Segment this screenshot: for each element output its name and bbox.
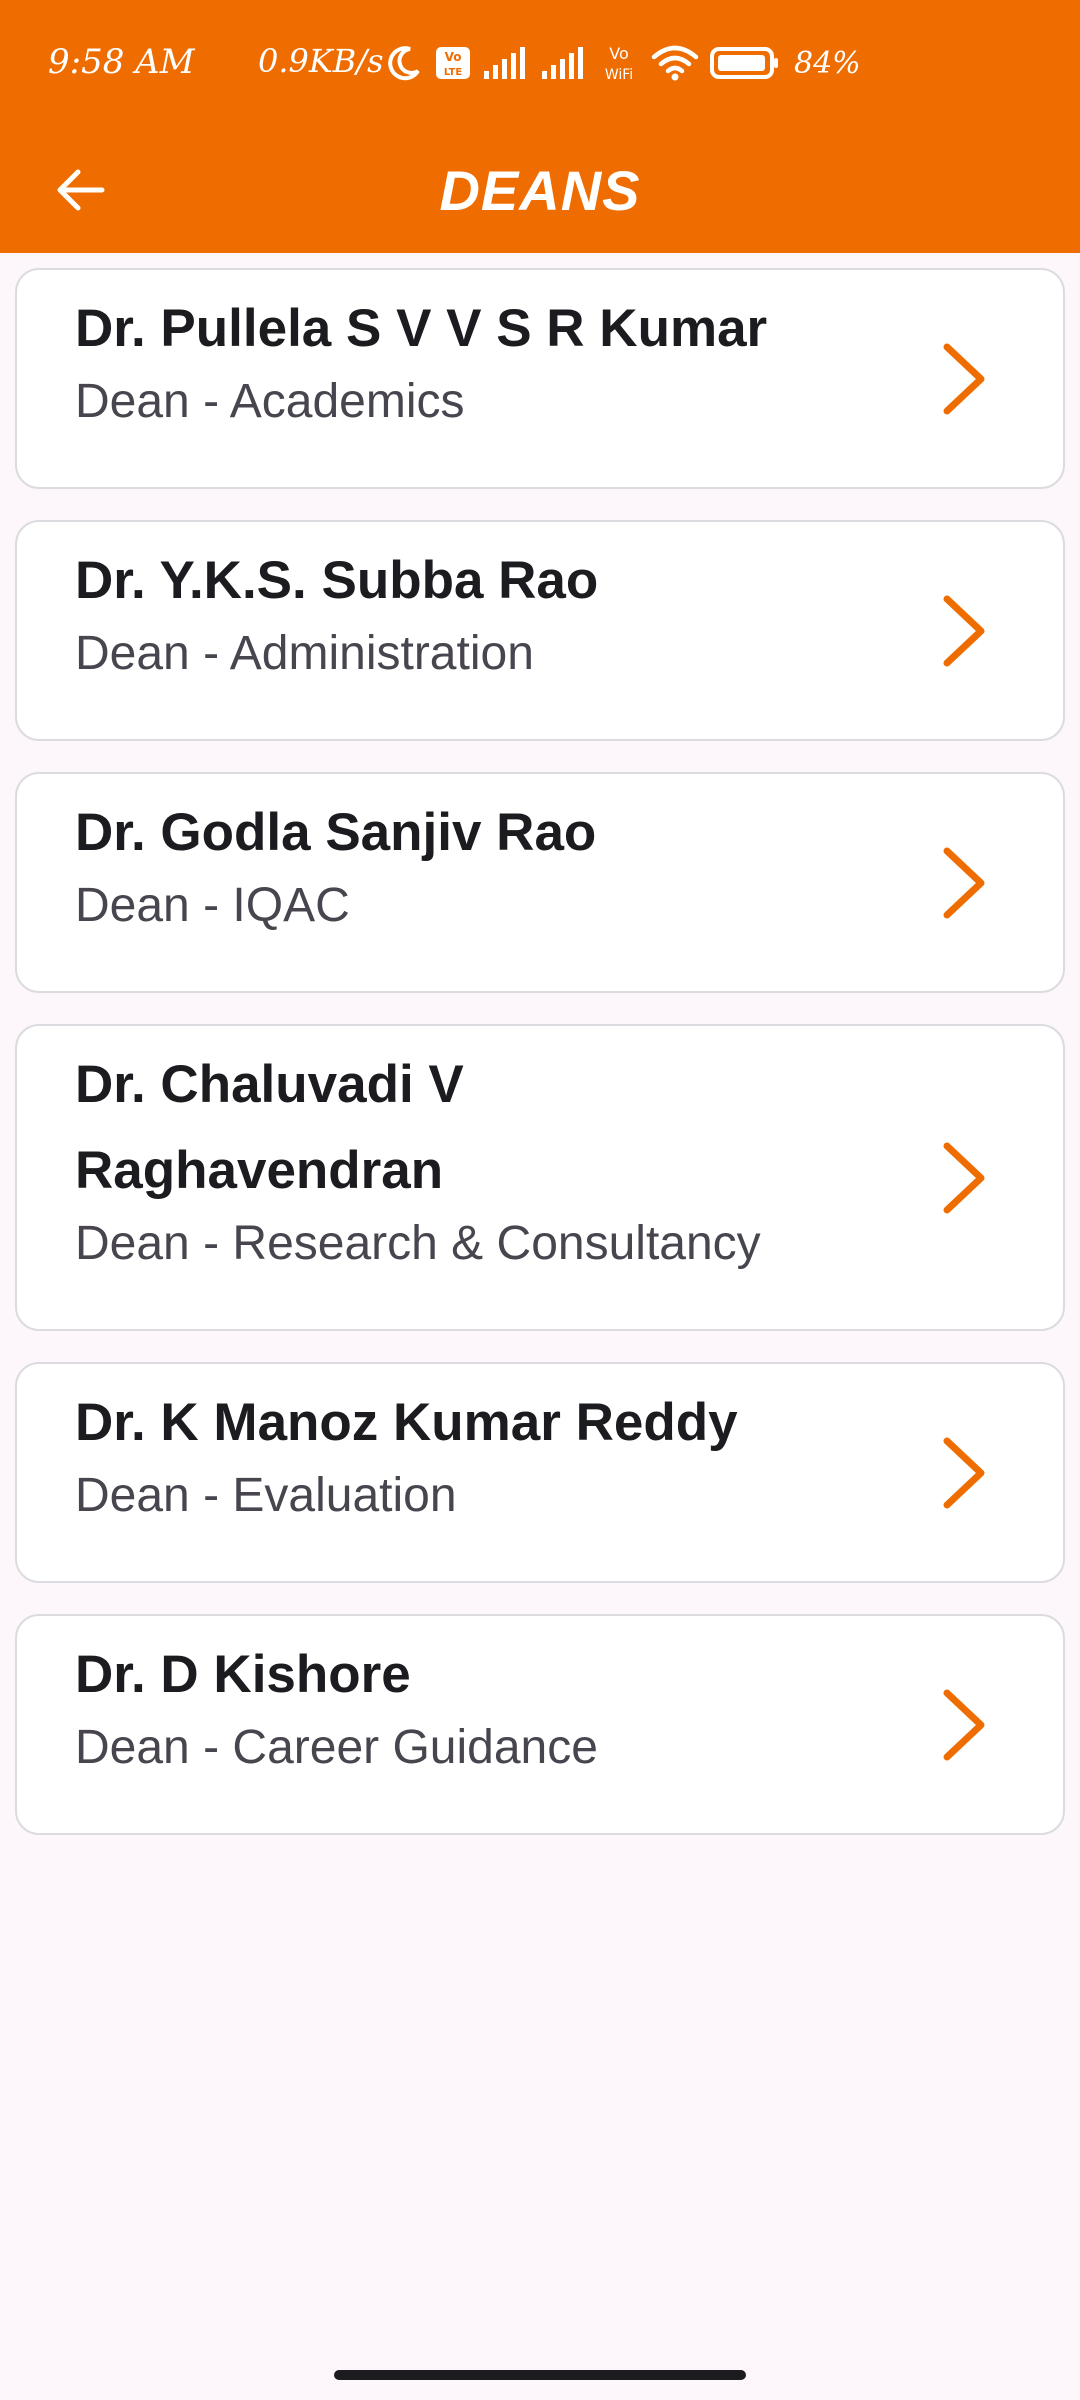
- chevron-right-icon: [943, 343, 985, 414]
- status-bar: 9:58 AM 0.9KB/s Vo LTE Vo WiFi 84%: [0, 0, 1080, 128]
- header: 9:58 AM 0.9KB/s Vo LTE Vo WiFi 84% DEANS: [0, 0, 1080, 253]
- dean-name: Dr. Godla Sanjiv Rao: [75, 803, 597, 862]
- status-network-speed: 0.9KB/s: [258, 42, 384, 80]
- dean-role: Dean - Administration: [75, 627, 534, 680]
- dean-name: Dr. Chaluvadi V Raghavendran: [75, 1055, 464, 1200]
- dean-role: Dean - Academics: [75, 375, 465, 428]
- svg-text:Vo: Vo: [445, 50, 462, 64]
- moon-icon: [388, 46, 420, 81]
- signal-icon: [542, 47, 583, 79]
- back-button[interactable]: [40, 150, 120, 230]
- dean-role: Dean - Evaluation: [75, 1469, 457, 1522]
- dean-card-text: Dr. Y.K.S. Subba Rao Dean - Administrati…: [75, 551, 895, 684]
- svg-text:LTE: LTE: [444, 67, 463, 78]
- dean-card-text: Dr. D Kishore Dean - Career Guidance: [75, 1645, 895, 1778]
- dean-role: Dean - Research & Consultancy: [75, 1217, 761, 1270]
- battery-percent: 84%: [794, 45, 861, 81]
- svg-text:WiFi: WiFi: [605, 67, 633, 83]
- dean-card[interactable]: Dr. Chaluvadi V Raghavendran Dean - Rese…: [15, 1024, 1065, 1331]
- dean-name: Dr. Pullela S V V S R Kumar: [75, 299, 768, 358]
- status-icons: Vo LTE Vo WiFi 84%: [384, 38, 861, 88]
- dean-card[interactable]: Dr. D Kishore Dean - Career Guidance: [15, 1614, 1065, 1835]
- status-time: 9:58 AM: [48, 42, 195, 82]
- dean-card-text: Dr. Godla Sanjiv Rao Dean - IQAC: [75, 803, 895, 936]
- chevron-right-icon: [943, 1142, 985, 1213]
- dean-name: Dr. Y.K.S. Subba Rao: [75, 551, 599, 610]
- dean-card[interactable]: Dr. K Manoz Kumar Reddy Dean - Evaluatio…: [15, 1362, 1065, 1583]
- chevron-right-icon: [943, 847, 985, 918]
- dean-role: Dean - Career Guidance: [75, 1721, 598, 1774]
- dean-card[interactable]: Dr. Y.K.S. Subba Rao Dean - Administrati…: [15, 520, 1065, 741]
- app-bar: DEANS: [0, 128, 1080, 253]
- screen: 9:58 AM 0.9KB/s Vo LTE Vo WiFi 84% DEANS…: [0, 0, 1080, 2400]
- vowifi-icon: Vo WiFi: [605, 44, 633, 83]
- dean-card-text: Dr. Chaluvadi V Raghavendran Dean - Rese…: [75, 1055, 835, 1274]
- deans-list: Dr. Pullela S V V S R Kumar Dean - Acade…: [15, 268, 1065, 1866]
- dean-card[interactable]: Dr. Godla Sanjiv Rao Dean - IQAC: [15, 772, 1065, 993]
- dean-role: Dean - IQAC: [75, 879, 350, 932]
- volte-icon: Vo LTE: [436, 47, 470, 79]
- dean-card[interactable]: Dr. Pullela S V V S R Kumar Dean - Acade…: [15, 268, 1065, 489]
- page-title: DEANS: [439, 159, 641, 222]
- chevron-right-icon: [943, 1437, 985, 1508]
- battery-icon: [710, 47, 778, 79]
- wifi-icon: [651, 45, 699, 81]
- home-indicator[interactable]: [334, 2370, 746, 2380]
- signal-icon: [484, 47, 525, 79]
- dean-card-text: Dr. K Manoz Kumar Reddy Dean - Evaluatio…: [75, 1393, 895, 1526]
- arrow-left-icon: [57, 169, 105, 211]
- chevron-right-icon: [943, 595, 985, 666]
- dean-name: Dr. K Manoz Kumar Reddy: [75, 1393, 738, 1452]
- dean-card-text: Dr. Pullela S V V S R Kumar Dean - Acade…: [75, 299, 895, 432]
- chevron-right-icon: [943, 1689, 985, 1760]
- dean-name: Dr. D Kishore: [75, 1645, 411, 1704]
- svg-text:Vo: Vo: [609, 44, 629, 63]
